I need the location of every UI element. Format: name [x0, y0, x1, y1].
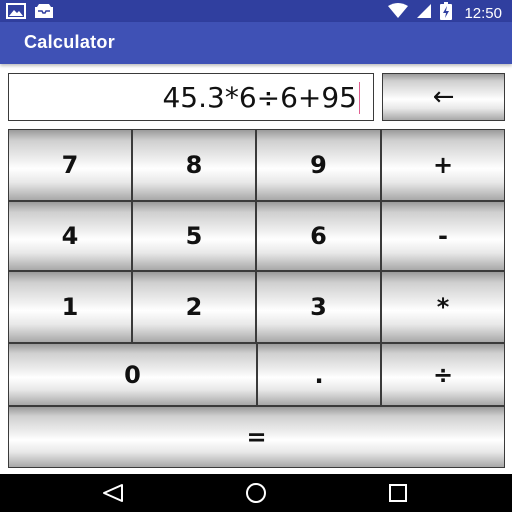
divide-button[interactable]: ÷	[381, 343, 505, 406]
navigation-bar	[0, 474, 512, 512]
digit-1-button[interactable]: 1	[8, 271, 132, 343]
digit-2-button[interactable]: 2	[132, 271, 256, 343]
image-icon	[6, 3, 26, 24]
digit-7-button[interactable]: 7	[8, 129, 132, 201]
digit-5-button[interactable]: 5	[132, 201, 256, 271]
cellular-icon	[416, 3, 432, 24]
app-bar: Calculator	[0, 22, 512, 64]
back-icon[interactable]	[102, 484, 124, 507]
multiply-button[interactable]: *	[381, 271, 505, 343]
app-title: Calculator	[24, 32, 116, 52]
home-icon[interactable]	[244, 482, 268, 509]
digit-3-button[interactable]: 3	[256, 271, 381, 343]
digit-0-button[interactable]: 0	[8, 343, 257, 406]
digit-4-button[interactable]: 4	[8, 201, 132, 271]
wifi-icon	[388, 3, 409, 24]
status-time: 12:50	[464, 5, 502, 22]
digit-6-button[interactable]: 6	[256, 201, 381, 271]
notification-icons	[6, 3, 54, 24]
recents-icon[interactable]	[389, 484, 407, 507]
plus-button[interactable]: +	[381, 129, 505, 201]
expression-text: 45.3*6÷6+95	[162, 81, 357, 114]
expression-display[interactable]: 45.3*6÷6+95	[8, 73, 374, 121]
digit-9-button[interactable]: 9	[256, 129, 381, 201]
text-cursor	[359, 82, 360, 114]
digit-8-button[interactable]: 8	[132, 129, 256, 201]
status-bar: 12:50	[0, 0, 512, 22]
minus-button[interactable]: -	[381, 201, 505, 271]
decimal-button[interactable]: .	[257, 343, 381, 406]
inbox-icon	[34, 3, 54, 24]
equals-button[interactable]: =	[8, 406, 505, 468]
backspace-button[interactable]: ←	[382, 73, 505, 121]
